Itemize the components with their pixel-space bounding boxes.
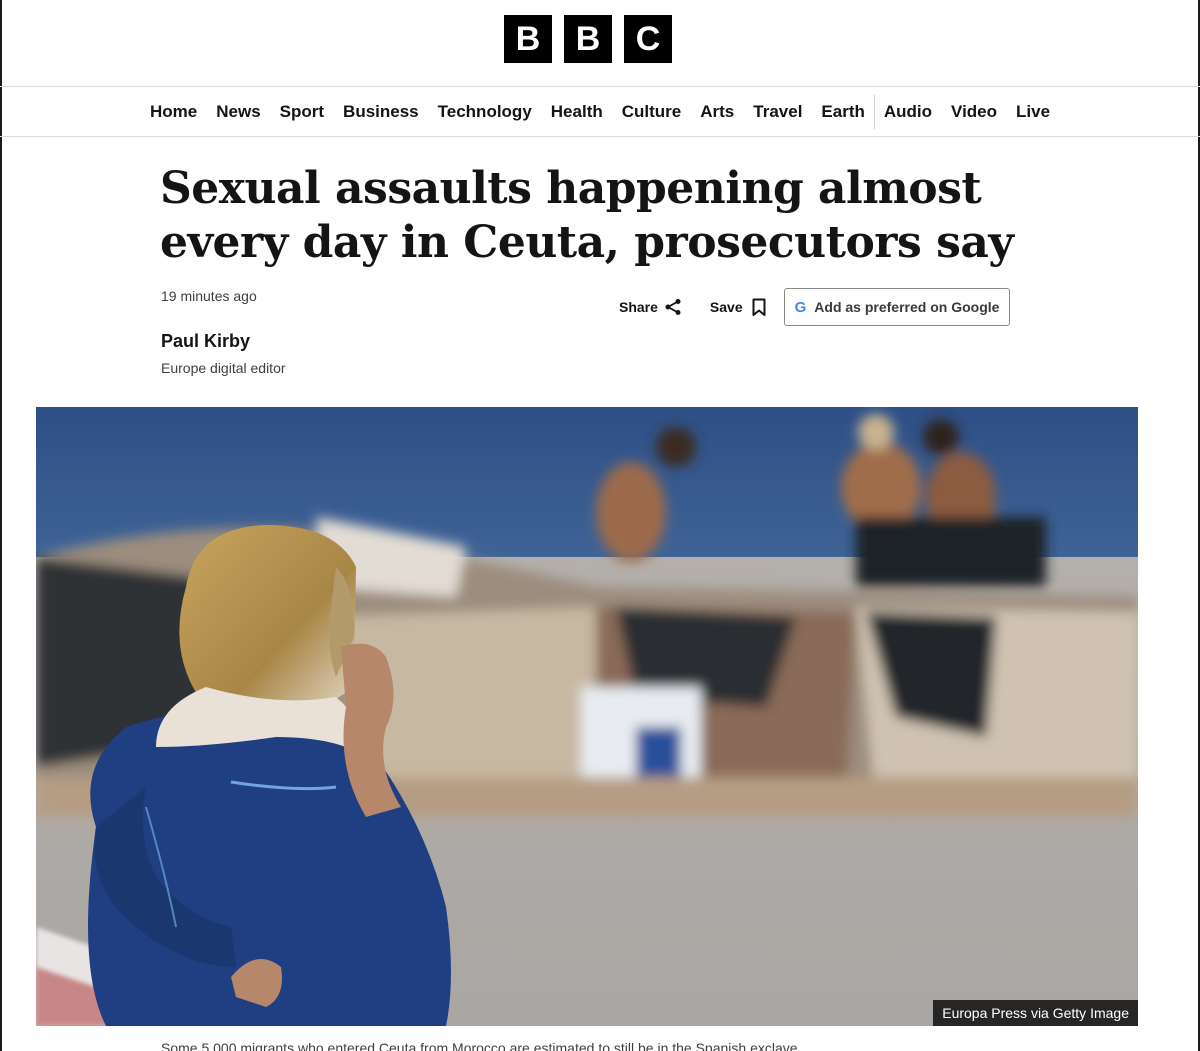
main-navigation: Home News Sport Business Technology Heal… [0,86,1200,137]
nav-item-business[interactable]: Business [343,102,419,122]
author-name[interactable]: Paul Kirby [161,331,250,352]
nav-item-home[interactable]: Home [150,102,197,122]
nav-item-technology[interactable]: Technology [438,102,532,122]
image-caption: Some 5,000 migrants who entered Ceuta fr… [161,1040,798,1051]
bookmark-icon [752,298,766,317]
logo-letter-c: C [624,15,672,63]
nav-divider [873,94,875,129]
nav-item-culture[interactable]: Culture [622,102,682,122]
bbc-logo[interactable]: B B C [504,15,672,63]
nav-item-sport[interactable]: Sport [280,102,324,122]
article-hero-image: Europa Press via Getty Image [36,407,1138,1026]
hero-photo [36,407,1138,1026]
add-preferred-google-button[interactable]: G Add as preferred on Google [783,288,1011,326]
logo-letter-b2: B [564,15,612,63]
nav-item-travel[interactable]: Travel [753,102,802,122]
image-credit: Europa Press via Getty Image [933,1000,1138,1026]
share-button[interactable]: Share [619,298,682,316]
logo-letter-b1: B [504,15,552,63]
nav-item-news[interactable]: News [216,102,260,122]
article-actions: Share Save G Add as preferred on Google [619,288,1011,326]
google-icon: G [794,298,807,316]
article-headline: Sexual assaults happening almost every d… [160,163,1014,268]
nav-item-earth[interactable]: Earth [821,102,864,122]
author-role: Europe digital editor [161,360,286,376]
nav-item-audio[interactable]: Audio [884,102,932,122]
save-label: Save [709,299,743,315]
nav-item-live[interactable]: Live [1016,102,1050,122]
share-label: Share [619,299,658,315]
nav-item-video[interactable]: Video [951,102,997,122]
nav-item-health[interactable]: Health [551,102,603,122]
nav-item-arts[interactable]: Arts [700,102,734,122]
share-icon [664,298,682,316]
article-timestamp: 19 minutes ago [161,288,257,304]
google-button-label: Add as preferred on Google [814,299,1000,315]
save-button[interactable]: Save [710,298,766,317]
